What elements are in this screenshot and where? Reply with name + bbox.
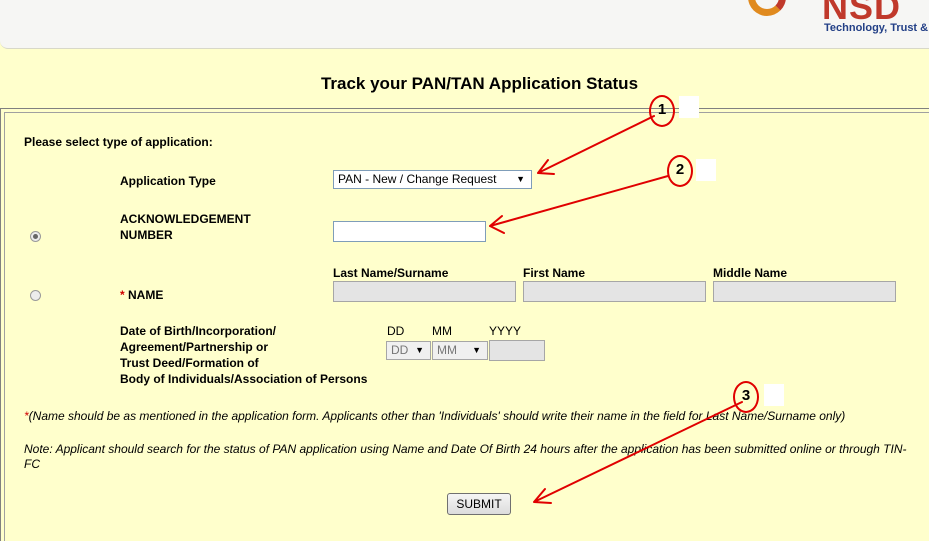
dob-year-input[interactable] bbox=[489, 340, 545, 361]
acknowledgement-number-input[interactable] bbox=[333, 221, 486, 242]
application-type-label: Application Type bbox=[120, 174, 216, 188]
acknowledgement-radio[interactable] bbox=[30, 231, 41, 242]
yyyy-header: YYYY bbox=[489, 324, 522, 338]
application-type-select[interactable]: PAN - New / Change Request ▼ bbox=[333, 170, 532, 189]
dob-label-line2: Agreement/Partnership or bbox=[120, 340, 269, 354]
search-note: Note: Applicant should search for the st… bbox=[24, 442, 907, 471]
dropdown-arrow-icon: ▼ bbox=[415, 345, 424, 355]
dd-header: DD bbox=[387, 324, 405, 338]
last-name-header: Last Name/Surname bbox=[333, 266, 449, 280]
name-note-text: (Name should be as mentioned in the appl… bbox=[28, 409, 846, 423]
middle-name-input[interactable] bbox=[713, 281, 896, 302]
select-type-label: Please select type of application: bbox=[24, 135, 213, 149]
annotation-step-3: 3 bbox=[733, 381, 759, 413]
page-title: Track your PAN/TAN Application Status bbox=[320, 74, 639, 93]
dropdown-arrow-icon: ▼ bbox=[472, 345, 481, 355]
dob-month-value: MM bbox=[437, 343, 457, 357]
header-tagline: Technology, Trust & bbox=[824, 22, 929, 34]
submit-button[interactable]: SUBMIT bbox=[447, 493, 511, 515]
dob-day-value: DD bbox=[391, 343, 409, 357]
name-label-text: NAME bbox=[128, 288, 164, 302]
acknowledgement-label: ACKNOWLEDGEMENT NUMBER bbox=[120, 211, 251, 243]
annotation-backdrop-2 bbox=[696, 159, 716, 181]
dob-label: Date of Birth/Incorporation/ Agreement/P… bbox=[120, 323, 367, 387]
dob-label-line1: Date of Birth/Incorporation/ bbox=[120, 324, 276, 338]
name-radio[interactable] bbox=[30, 290, 41, 301]
dob-label-line4: Body of Individuals/Association of Perso… bbox=[120, 372, 368, 386]
last-name-input[interactable] bbox=[333, 281, 516, 302]
mm-header: MM bbox=[432, 324, 452, 338]
name-label: * NAME bbox=[120, 287, 163, 303]
first-name-header: First Name bbox=[523, 266, 586, 280]
annotation-step-1: 1 bbox=[649, 95, 675, 127]
annotation-backdrop-3 bbox=[764, 384, 784, 406]
application-type-value: PAN - New / Change Request bbox=[338, 172, 497, 186]
dob-day-select[interactable]: DD ▼ bbox=[386, 341, 431, 360]
first-name-input[interactable] bbox=[523, 281, 706, 302]
header-bar: NSD Technology, Trust & bbox=[0, 0, 929, 49]
dob-month-select[interactable]: MM ▼ bbox=[432, 341, 488, 360]
acknowledgement-label-line2: NUMBER bbox=[120, 228, 173, 242]
annotation-step-2: 2 bbox=[667, 155, 693, 187]
dropdown-arrow-icon: ▼ bbox=[516, 174, 525, 184]
nsdl-logo-icon bbox=[748, 0, 786, 16]
middle-name-header: Middle Name bbox=[713, 266, 788, 280]
dob-label-line3: Trust Deed/Formation of bbox=[120, 356, 259, 370]
annotation-backdrop-1 bbox=[679, 96, 699, 118]
name-note: *(Name should be as mentioned in the app… bbox=[24, 409, 845, 424]
required-mark: * bbox=[120, 288, 125, 302]
acknowledgement-label-line1: ACKNOWLEDGEMENT bbox=[120, 212, 251, 226]
